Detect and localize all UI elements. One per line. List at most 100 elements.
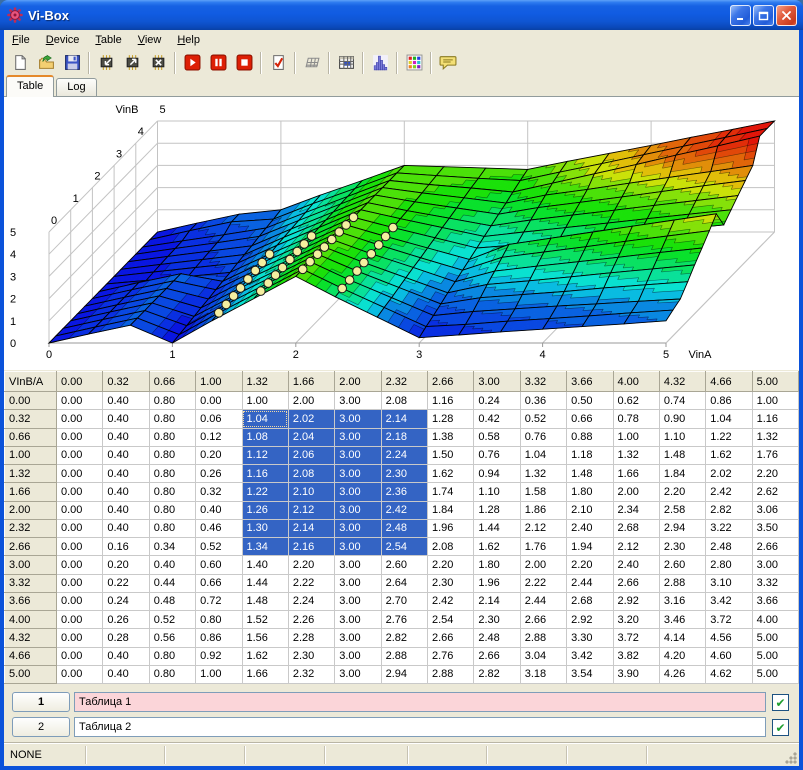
cell[interactable]: 2.48 bbox=[381, 519, 427, 537]
cell[interactable]: 2.44 bbox=[567, 574, 613, 592]
cell[interactable]: 0.40 bbox=[103, 428, 149, 446]
cell[interactable]: 0.76 bbox=[520, 428, 566, 446]
cell[interactable]: 0.00 bbox=[57, 465, 103, 483]
cell[interactable]: 5.00 bbox=[752, 647, 798, 665]
cell[interactable]: 0.00 bbox=[57, 392, 103, 410]
cell[interactable]: 0.32 bbox=[196, 483, 242, 501]
cell[interactable]: 1.26 bbox=[242, 501, 288, 519]
cell[interactable]: 0.36 bbox=[520, 392, 566, 410]
cell[interactable]: 0.00 bbox=[57, 611, 103, 629]
row-header[interactable]: 2.00 bbox=[5, 501, 57, 519]
cell[interactable]: 0.76 bbox=[474, 446, 520, 464]
cell[interactable]: 0.92 bbox=[196, 647, 242, 665]
cell[interactable]: 2.08 bbox=[381, 392, 427, 410]
cell[interactable]: 2.10 bbox=[288, 483, 334, 501]
cell[interactable]: 0.48 bbox=[149, 592, 195, 610]
cell[interactable]: 3.00 bbox=[335, 647, 381, 665]
cell[interactable]: 1.96 bbox=[474, 574, 520, 592]
cell[interactable]: 2.00 bbox=[288, 392, 334, 410]
cell[interactable]: 3.00 bbox=[335, 574, 381, 592]
col-header[interactable]: 3.00 bbox=[474, 372, 520, 392]
cell[interactable]: 1.66 bbox=[242, 665, 288, 683]
cell[interactable]: 3.00 bbox=[335, 428, 381, 446]
cell[interactable]: 2.76 bbox=[381, 611, 427, 629]
cell[interactable]: 2.68 bbox=[567, 592, 613, 610]
pause-button[interactable] bbox=[205, 51, 231, 75]
cell[interactable]: 1.16 bbox=[752, 410, 798, 428]
cell[interactable]: 1.40 bbox=[242, 556, 288, 574]
table2-name-input[interactable] bbox=[74, 717, 766, 737]
menu-view[interactable]: View bbox=[130, 32, 170, 48]
cell[interactable]: 2.88 bbox=[381, 647, 427, 665]
save-file-button[interactable] bbox=[59, 51, 85, 75]
cell[interactable]: 2.88 bbox=[428, 665, 474, 683]
col-header[interactable]: 0.66 bbox=[149, 372, 195, 392]
cell[interactable]: 1.10 bbox=[659, 428, 705, 446]
cell[interactable]: 1.84 bbox=[659, 465, 705, 483]
cell[interactable]: 2.08 bbox=[428, 538, 474, 556]
cell[interactable]: 0.00 bbox=[57, 410, 103, 428]
resize-grip[interactable] bbox=[784, 751, 797, 764]
cell[interactable]: 0.56 bbox=[149, 629, 195, 647]
cell[interactable]: 2.42 bbox=[428, 592, 474, 610]
cell[interactable]: 0.86 bbox=[706, 392, 752, 410]
chip-erase-button[interactable] bbox=[145, 51, 171, 75]
row-header[interactable]: 5.00 bbox=[5, 665, 57, 683]
cell[interactable]: 2.00 bbox=[613, 483, 659, 501]
cell[interactable]: 3.50 bbox=[752, 519, 798, 537]
cell[interactable]: 0.00 bbox=[57, 428, 103, 446]
cell[interactable]: 0.40 bbox=[103, 665, 149, 683]
row-header[interactable]: 0.32 bbox=[5, 410, 57, 428]
cell[interactable]: 1.62 bbox=[706, 446, 752, 464]
cell[interactable]: 2.30 bbox=[659, 538, 705, 556]
cell[interactable]: 2.80 bbox=[706, 556, 752, 574]
cell[interactable]: 2.22 bbox=[520, 574, 566, 592]
cell[interactable]: 2.66 bbox=[613, 574, 659, 592]
cell[interactable]: 2.30 bbox=[428, 574, 474, 592]
cell[interactable]: 0.60 bbox=[196, 556, 242, 574]
cell[interactable]: 1.62 bbox=[428, 465, 474, 483]
cell[interactable]: 1.94 bbox=[567, 538, 613, 556]
cell[interactable]: 2.92 bbox=[613, 592, 659, 610]
cell[interactable]: 4.60 bbox=[706, 647, 752, 665]
grid-disabled-button[interactable] bbox=[299, 51, 325, 75]
cell[interactable]: 2.18 bbox=[381, 428, 427, 446]
cell[interactable]: 2.54 bbox=[428, 611, 474, 629]
cell[interactable]: 1.76 bbox=[520, 538, 566, 556]
cell[interactable]: 2.66 bbox=[474, 647, 520, 665]
cell[interactable]: 5.00 bbox=[752, 665, 798, 683]
cell[interactable]: 3.20 bbox=[613, 611, 659, 629]
cell[interactable]: 1.80 bbox=[474, 556, 520, 574]
cell[interactable]: 2.40 bbox=[567, 519, 613, 537]
cell[interactable]: 1.16 bbox=[428, 392, 474, 410]
cell[interactable]: 0.94 bbox=[474, 465, 520, 483]
cell[interactable]: 1.38 bbox=[428, 428, 474, 446]
verify-button[interactable] bbox=[265, 51, 291, 75]
cell[interactable]: 1.22 bbox=[706, 428, 752, 446]
table-view-button[interactable] bbox=[333, 51, 359, 75]
cell[interactable]: 2.30 bbox=[381, 465, 427, 483]
cell[interactable]: 3.06 bbox=[752, 501, 798, 519]
cell[interactable]: 4.62 bbox=[706, 665, 752, 683]
cell[interactable]: 0.42 bbox=[474, 410, 520, 428]
row-header[interactable]: 1.00 bbox=[5, 446, 57, 464]
cell[interactable]: 0.80 bbox=[149, 665, 195, 683]
cell[interactable]: 1.16 bbox=[242, 465, 288, 483]
col-header[interactable]: 0.32 bbox=[103, 372, 149, 392]
surface-chart[interactable]: 012345VinA012345012345VinB bbox=[4, 97, 799, 370]
cell[interactable]: 1.28 bbox=[428, 410, 474, 428]
menu-device[interactable]: Device bbox=[38, 32, 88, 48]
col-header[interactable]: 1.66 bbox=[288, 372, 334, 392]
row-header[interactable]: 1.66 bbox=[5, 483, 57, 501]
cell[interactable]: 2.20 bbox=[752, 465, 798, 483]
cell[interactable]: 1.32 bbox=[752, 428, 798, 446]
cell[interactable]: 0.22 bbox=[103, 574, 149, 592]
cell[interactable]: 2.08 bbox=[288, 465, 334, 483]
cell[interactable]: 1.86 bbox=[520, 501, 566, 519]
cell[interactable]: 1.66 bbox=[613, 465, 659, 483]
cell[interactable]: 0.00 bbox=[196, 392, 242, 410]
cell[interactable]: 1.96 bbox=[428, 519, 474, 537]
cell[interactable]: 1.04 bbox=[242, 410, 288, 428]
cell[interactable]: 0.74 bbox=[659, 392, 705, 410]
cell[interactable]: 3.72 bbox=[613, 629, 659, 647]
